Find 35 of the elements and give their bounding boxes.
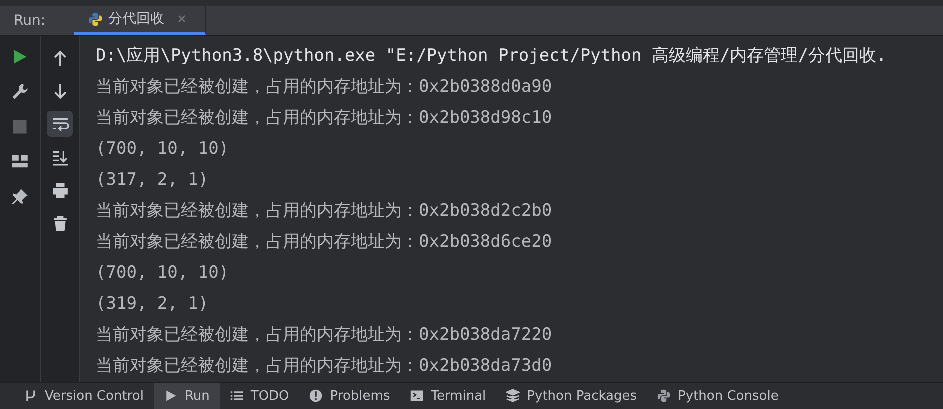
console-line: 当前对象已经被创建，占用的内存地址为：0x2b038d98c10 (96, 107, 554, 130)
pin-icon[interactable] (11, 188, 29, 206)
up-arrow-icon[interactable] (52, 50, 68, 66)
console-line: (700, 10, 10) (96, 262, 230, 285)
soft-wrap-icon[interactable] (52, 116, 68, 132)
tool-window-button[interactable]: TODO (220, 383, 300, 409)
trash-icon[interactable] (52, 214, 68, 232)
python-icon (88, 12, 103, 26)
play-icon (164, 389, 178, 403)
tool-window-button[interactable]: Terminal (400, 383, 496, 409)
branch-icon (24, 389, 38, 403)
console-line: 当前对象已经被创建，占用的内存地址为：0x2b0388d0a90 (96, 76, 554, 99)
list-icon (230, 389, 244, 403)
console-line: D:\应用\Python3.8\python.exe "E:/Python Project/Python 高级编程/内存管理/分代回收. (96, 45, 888, 68)
printer-icon[interactable] (52, 182, 68, 198)
layers-icon (506, 389, 520, 403)
tool-window-button[interactable]: Run (154, 383, 220, 409)
down-arrow-icon[interactable] (52, 82, 68, 100)
console-line: (319, 2, 1) (96, 293, 210, 316)
scroll-to-end-icon[interactable] (52, 148, 68, 166)
console-line: (317, 2, 1) (96, 169, 210, 192)
warning-icon (309, 389, 324, 403)
run-label: Run: (13, 12, 47, 28)
console-line: 当前对象已经被创建，占用的内存地址为：0x2b038da7220 (96, 324, 554, 347)
console-line: (700, 10, 10) (96, 138, 230, 161)
wrench-icon[interactable] (11, 83, 29, 101)
tool-window-button[interactable]: Version Control (14, 383, 154, 409)
console-line: 当前对象已经被创建，占用的内存地址为：0x2b038d6ce20 (96, 231, 554, 254)
terminal-icon (410, 389, 424, 403)
tool-window-button[interactable]: Problems (299, 383, 400, 409)
console-line: 当前对象已经被创建，占用的内存地址为：0x2b038da73d0 (96, 355, 554, 378)
console-line: 当前对象已经被创建，占用的内存地址为：0x2b038d2c2b0 (96, 200, 554, 223)
tool-window-button[interactable]: Python Packages (496, 383, 648, 409)
python-icon (657, 389, 672, 403)
tool-window-button[interactable]: Python Console (647, 383, 789, 409)
